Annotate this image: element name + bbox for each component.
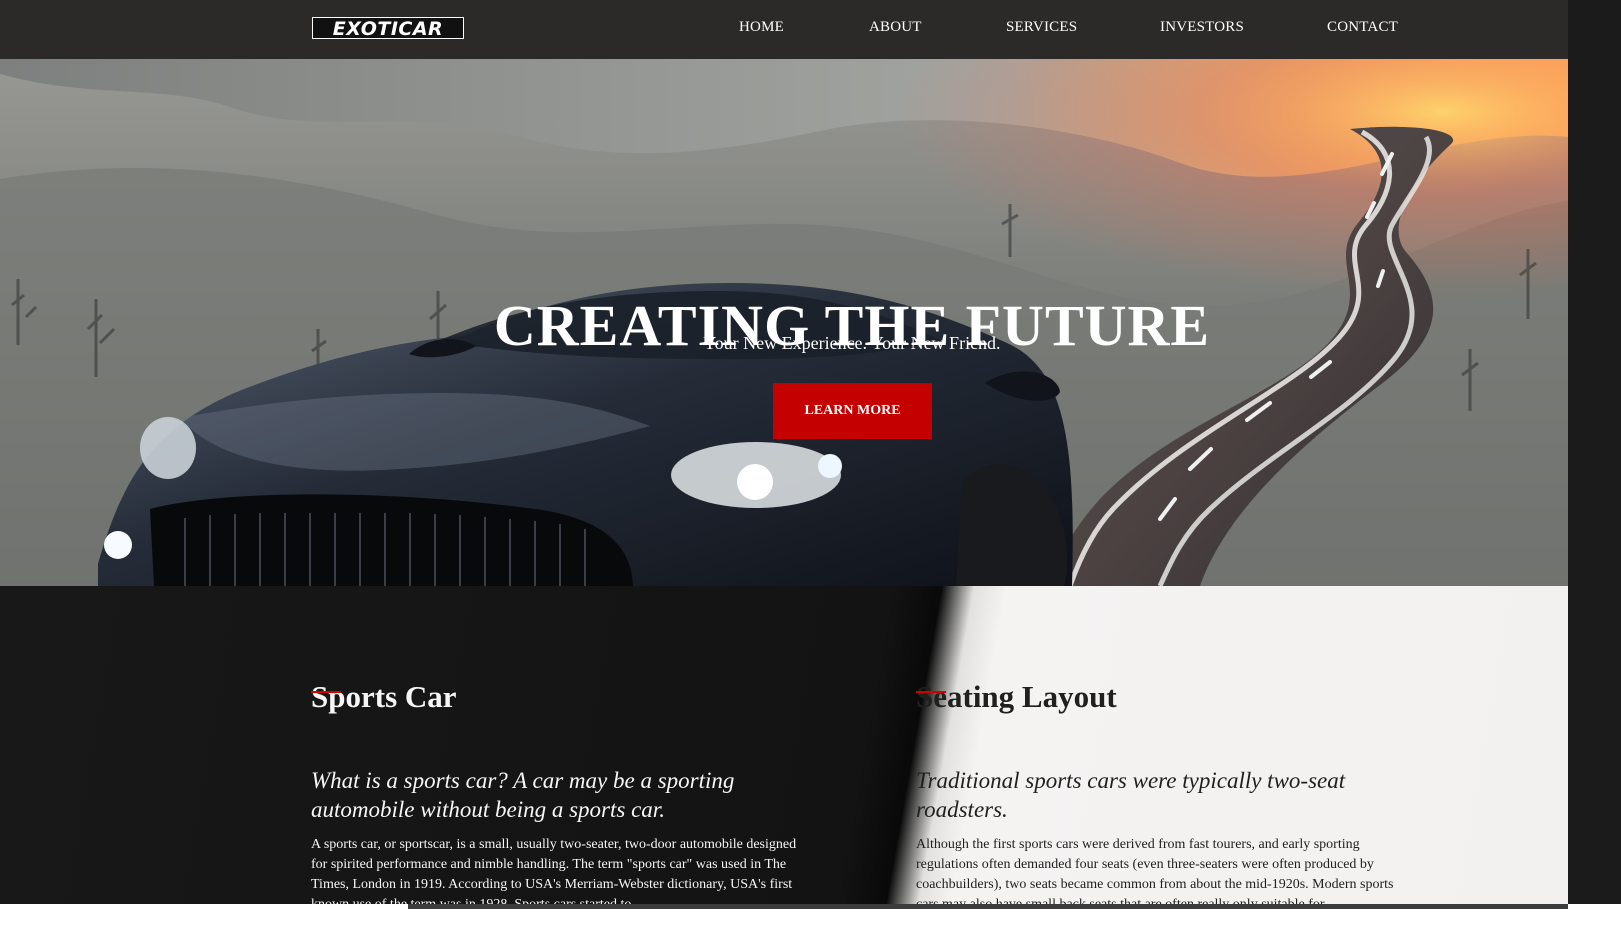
- seating-layout-title-underline: [916, 691, 946, 693]
- seating-layout-body: Although the first sports cars were deri…: [916, 837, 1394, 904]
- seating-layout-title: Seating Layout: [916, 678, 1117, 714]
- hero-subtitle: Your New Experience. Your New Friend.: [703, 333, 1001, 353]
- nav-contact-link[interactable]: CONTACT: [1327, 19, 1398, 36]
- nav-investors-link[interactable]: INVESTORS: [1160, 19, 1244, 36]
- top-navigation: ExotiCar HOME ABOUT SERVICES INVESTORS C…: [0, 0, 1568, 59]
- learn-more-button[interactable]: LEARN MORE: [773, 383, 932, 439]
- nav-about-link[interactable]: ABOUT: [869, 19, 922, 36]
- sports-car-title-underline: [311, 691, 341, 693]
- sports-car-lead: What is a sports car? A car may be a spo…: [311, 768, 735, 822]
- horizontal-scrollbar[interactable]: [408, 904, 1568, 909]
- feature-section: Sports Car What is a sports car? A car m…: [0, 586, 1568, 904]
- sports-car-body: A sports car, or sportscar, is a small, …: [311, 837, 797, 904]
- exoticar-logo[interactable]: ExotiCar: [312, 17, 464, 40]
- nav-services-link[interactable]: SERVICES: [1006, 19, 1077, 36]
- sports-car-title: Sports Car: [311, 678, 457, 714]
- nav-home-link[interactable]: HOME: [739, 19, 784, 36]
- hero-banner: CREATING THE FUTURE Your New Experience.…: [0, 59, 1568, 586]
- seating-layout-lead: Traditional sports cars were typically t…: [916, 768, 1346, 822]
- browser-bottom-area: [0, 904, 1621, 940]
